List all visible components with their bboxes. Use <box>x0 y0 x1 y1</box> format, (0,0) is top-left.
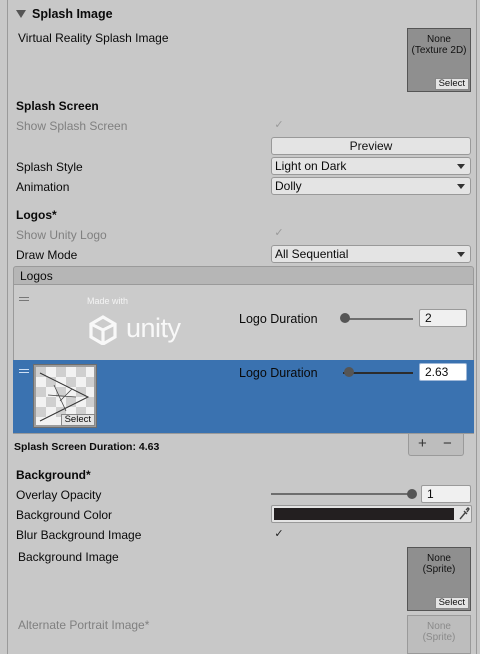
logo-duration-slider-track[interactable] <box>343 318 413 320</box>
logo-duration-label: Logo Duration <box>239 312 318 326</box>
draw-mode-label: Draw Mode <box>16 248 78 262</box>
chevron-down-icon <box>457 164 465 169</box>
section-title-logos: Logos* <box>16 208 57 222</box>
list-footer: + − <box>408 434 464 456</box>
alternate-portrait-field-text: None (Sprite) <box>422 621 456 643</box>
logos-list-title: Logos <box>20 269 53 283</box>
unity-logo-image: Made with unity <box>84 293 184 353</box>
show-splash-screen-label: Show Splash Screen <box>16 119 128 133</box>
draw-mode-dropdown[interactable]: All Sequential <box>271 245 471 263</box>
overlay-opacity-field[interactable]: 1 <box>421 485 471 503</box>
add-logo-button[interactable]: + <box>418 434 427 454</box>
logo-duration-label: Logo Duration <box>239 366 318 380</box>
background-image-label: Background Image <box>18 550 119 564</box>
blur-background-label: Blur Background Image <box>16 528 142 542</box>
splash-style-label: Splash Style <box>16 160 83 174</box>
vr-splash-image-field[interactable]: None (Texture 2D) Select <box>407 28 471 92</box>
animation-dropdown[interactable]: Dolly <box>271 177 471 195</box>
background-color-field[interactable] <box>271 505 472 523</box>
show-splash-screen-checkbox[interactable]: ✓ <box>272 118 286 132</box>
alternate-portrait-field[interactable]: None (Sprite) <box>407 615 471 654</box>
section-title-splash-image[interactable]: Splash Image <box>32 6 113 22</box>
logo-duration-slider-knob[interactable] <box>340 313 350 323</box>
panel-right-border <box>476 0 477 654</box>
overlay-opacity-slider-knob[interactable] <box>407 489 417 499</box>
animation-label: Animation <box>16 180 70 194</box>
logo-thumbnail-select-button[interactable]: Select <box>60 414 95 426</box>
overlay-opacity-label: Overlay Opacity <box>16 488 102 502</box>
unity-logo-small-text: Made with <box>87 296 129 306</box>
drag-handle-icon[interactable] <box>19 369 29 373</box>
logo-duration-slider-knob[interactable] <box>344 367 354 377</box>
show-unity-logo-checkbox[interactable]: ✓ <box>272 226 286 240</box>
background-color-swatch <box>274 508 454 520</box>
chevron-down-icon <box>457 184 465 189</box>
blur-background-checkbox[interactable]: ✓ <box>272 527 286 541</box>
foldout-arrow-icon[interactable] <box>16 10 26 18</box>
animation-value: Dolly <box>275 179 302 193</box>
section-title-splash-screen: Splash Screen <box>16 99 99 113</box>
logo-duration-field[interactable]: 2.63 <box>419 363 467 381</box>
chevron-down-icon <box>457 252 465 257</box>
preview-button[interactable]: Preview <box>271 137 471 155</box>
panel-left-border <box>7 0 8 654</box>
vr-splash-image-select-button[interactable]: Select <box>434 78 469 90</box>
overlay-opacity-slider-track[interactable] <box>271 493 413 495</box>
vr-splash-image-field-text: None (Texture 2D) <box>411 34 467 56</box>
eyedropper-icon[interactable] <box>458 507 470 521</box>
vr-splash-image-label: Virtual Reality Splash Image <box>18 31 169 45</box>
show-unity-logo-label: Show Unity Logo <box>16 228 107 242</box>
splash-style-value: Light on Dark <box>275 159 347 173</box>
drag-handle-icon[interactable] <box>19 297 29 301</box>
unity-logo-big-text: unity <box>126 313 181 343</box>
background-image-field-text: None (Sprite) <box>422 553 456 575</box>
logo-thumbnail[interactable]: Select <box>33 364 97 428</box>
logo-duration-field[interactable]: 2 <box>419 309 467 327</box>
logos-list-header: Logos <box>13 266 474 285</box>
background-image-field[interactable]: None (Sprite) Select <box>407 547 471 611</box>
background-color-label: Background Color <box>16 508 113 522</box>
draw-mode-value: All Sequential <box>275 247 349 261</box>
background-image-select-button[interactable]: Select <box>434 597 469 609</box>
remove-logo-button[interactable]: − <box>443 434 452 454</box>
unity-cube-icon <box>89 315 117 345</box>
section-title-background: Background* <box>16 468 91 482</box>
alternate-portrait-label: Alternate Portrait Image* <box>18 618 150 632</box>
splash-screen-duration: Splash Screen Duration: 4.63 <box>14 441 160 453</box>
splash-style-dropdown[interactable]: Light on Dark <box>271 157 471 175</box>
